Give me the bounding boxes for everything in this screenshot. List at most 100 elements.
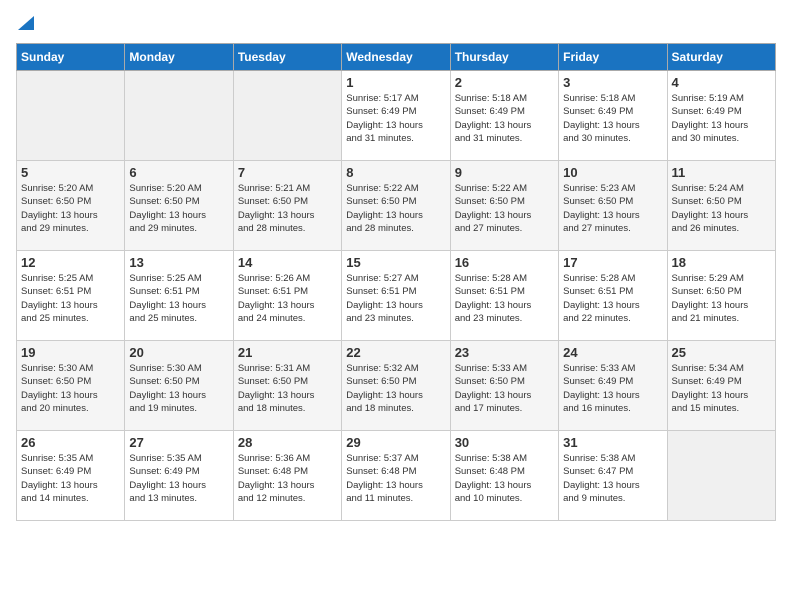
day-info: Sunrise: 5:28 AM Sunset: 6:51 PM Dayligh… xyxy=(563,272,662,325)
weekday-header-cell: Tuesday xyxy=(233,44,341,71)
weekday-header-cell: Sunday xyxy=(17,44,125,71)
calendar-day-cell xyxy=(233,71,341,161)
calendar-day-cell: 8Sunrise: 5:22 AM Sunset: 6:50 PM Daylig… xyxy=(342,161,450,251)
day-info: Sunrise: 5:22 AM Sunset: 6:50 PM Dayligh… xyxy=(455,182,554,235)
calendar-day-cell: 13 Sunrise: 5:25 AM Sunset: 6:51 PM Dayli… xyxy=(125,251,233,341)
day-info: Sunrise: 5:25 AM Sunset: 6:51 PM Dayligh… xyxy=(129,272,228,325)
calendar-day-cell: 25Sunrise: 5:34 AM Sunset: 6:49 PM Dayli… xyxy=(667,341,775,431)
day-number: 6 xyxy=(129,165,228,180)
day-number: 14 xyxy=(238,255,337,270)
day-info: Sunrise: 5:24 AM Sunset: 6:50 PM Dayligh… xyxy=(672,182,771,235)
page-header xyxy=(16,16,776,35)
logo xyxy=(16,16,34,35)
day-number: 19 xyxy=(21,345,120,360)
calendar-table: SundayMondayTuesdayWednesdayThursdayFrid… xyxy=(16,43,776,521)
calendar-day-cell: 3 Sunrise: 5:18 AM Sunset: 6:49 PM Daylig… xyxy=(559,71,667,161)
day-number: 30 xyxy=(455,435,554,450)
calendar-day-cell: 19 Sunrise: 5:30 AM Sunset: 6:50 PM Dayli… xyxy=(17,341,125,431)
day-info: Sunrise: 5:31 AM Sunset: 6:50 PM Dayligh… xyxy=(238,362,337,415)
day-number: 28 xyxy=(238,435,337,450)
day-number: 18 xyxy=(672,255,771,270)
day-info: Sunrise: 5:29 AM Sunset: 6:50 PM Dayligh… xyxy=(672,272,771,325)
calendar-day-cell: 12 Sunrise: 5:25 AM Sunset: 6:51 PM Dayli… xyxy=(17,251,125,341)
logo-triangle-icon xyxy=(18,16,34,30)
calendar-day-cell: 26 Sunrise: 5:35 AM Sunset: 6:49 PM Dayli… xyxy=(17,431,125,521)
day-number: 4 xyxy=(672,75,771,90)
day-info: Sunrise: 5:20 AM Sunset: 6:50 PM Dayligh… xyxy=(129,182,228,235)
day-number: 20 xyxy=(129,345,228,360)
weekday-header-row: SundayMondayTuesdayWednesdayThursdayFrid… xyxy=(17,44,776,71)
day-number: 1 xyxy=(346,75,445,90)
day-number: 2 xyxy=(455,75,554,90)
calendar-day-cell xyxy=(667,431,775,521)
day-info: Sunrise: 5:25 AM Sunset: 6:51 PM Dayligh… xyxy=(21,272,120,325)
day-number: 23 xyxy=(455,345,554,360)
weekday-header-cell: Saturday xyxy=(667,44,775,71)
calendar-week-row: 19 Sunrise: 5:30 AM Sunset: 6:50 PM Dayli… xyxy=(17,341,776,431)
day-info: Sunrise: 5:35 AM Sunset: 6:49 PM Dayligh… xyxy=(129,452,228,505)
day-info: Sunrise: 5:18 AM Sunset: 6:49 PM Dayligh… xyxy=(455,92,554,145)
day-number: 9 xyxy=(455,165,554,180)
calendar-body: 1Sunrise: 5:17 AM Sunset: 6:49 PM Daylig… xyxy=(17,71,776,521)
calendar-day-cell: 18 Sunrise: 5:29 AM Sunset: 6:50 PM Dayli… xyxy=(667,251,775,341)
calendar-day-cell: 29 Sunrise: 5:37 AM Sunset: 6:48 PM Dayli… xyxy=(342,431,450,521)
calendar-day-cell: 11Sunrise: 5:24 AM Sunset: 6:50 PM Dayli… xyxy=(667,161,775,251)
calendar-day-cell: 20 Sunrise: 5:30 AM Sunset: 6:50 PM Dayli… xyxy=(125,341,233,431)
day-number: 31 xyxy=(563,435,662,450)
weekday-header-cell: Wednesday xyxy=(342,44,450,71)
day-info: Sunrise: 5:27 AM Sunset: 6:51 PM Dayligh… xyxy=(346,272,445,325)
calendar-day-cell: 30Sunrise: 5:38 AM Sunset: 6:48 PM Dayli… xyxy=(450,431,558,521)
calendar-day-cell: 2 Sunrise: 5:18 AM Sunset: 6:49 PM Daylig… xyxy=(450,71,558,161)
calendar-day-cell: 15 Sunrise: 5:27 AM Sunset: 6:51 PM Dayli… xyxy=(342,251,450,341)
day-number: 17 xyxy=(563,255,662,270)
weekday-header-cell: Monday xyxy=(125,44,233,71)
calendar-day-cell: 6 Sunrise: 5:20 AM Sunset: 6:50 PM Daylig… xyxy=(125,161,233,251)
day-number: 15 xyxy=(346,255,445,270)
day-number: 13 xyxy=(129,255,228,270)
calendar-day-cell: 31 Sunrise: 5:38 AM Sunset: 6:47 PM Dayli… xyxy=(559,431,667,521)
day-number: 7 xyxy=(238,165,337,180)
calendar-week-row: 1Sunrise: 5:17 AM Sunset: 6:49 PM Daylig… xyxy=(17,71,776,161)
day-number: 22 xyxy=(346,345,445,360)
calendar-day-cell xyxy=(125,71,233,161)
calendar-day-cell: 17 Sunrise: 5:28 AM Sunset: 6:51 PM Dayli… xyxy=(559,251,667,341)
day-number: 10 xyxy=(563,165,662,180)
day-number: 27 xyxy=(129,435,228,450)
calendar-day-cell: 7Sunrise: 5:21 AM Sunset: 6:50 PM Daylig… xyxy=(233,161,341,251)
day-info: Sunrise: 5:35 AM Sunset: 6:49 PM Dayligh… xyxy=(21,452,120,505)
day-number: 24 xyxy=(563,345,662,360)
calendar-week-row: 12 Sunrise: 5:25 AM Sunset: 6:51 PM Dayli… xyxy=(17,251,776,341)
day-info: Sunrise: 5:32 AM Sunset: 6:50 PM Dayligh… xyxy=(346,362,445,415)
calendar-day-cell xyxy=(17,71,125,161)
calendar-day-cell: 1Sunrise: 5:17 AM Sunset: 6:49 PM Daylig… xyxy=(342,71,450,161)
day-info: Sunrise: 5:34 AM Sunset: 6:49 PM Dayligh… xyxy=(672,362,771,415)
calendar-day-cell: 10 Sunrise: 5:23 AM Sunset: 6:50 PM Dayli… xyxy=(559,161,667,251)
calendar-day-cell: 27 Sunrise: 5:35 AM Sunset: 6:49 PM Dayli… xyxy=(125,431,233,521)
calendar-day-cell: 21 Sunrise: 5:31 AM Sunset: 6:50 PM Dayli… xyxy=(233,341,341,431)
day-number: 26 xyxy=(21,435,120,450)
day-number: 16 xyxy=(455,255,554,270)
calendar-day-cell: 22 Sunrise: 5:32 AM Sunset: 6:50 PM Dayli… xyxy=(342,341,450,431)
day-info: Sunrise: 5:18 AM Sunset: 6:49 PM Dayligh… xyxy=(563,92,662,145)
day-number: 8 xyxy=(346,165,445,180)
day-info: Sunrise: 5:23 AM Sunset: 6:50 PM Dayligh… xyxy=(563,182,662,235)
day-info: Sunrise: 5:30 AM Sunset: 6:50 PM Dayligh… xyxy=(21,362,120,415)
day-number: 12 xyxy=(21,255,120,270)
weekday-header-cell: Thursday xyxy=(450,44,558,71)
day-number: 3 xyxy=(563,75,662,90)
calendar-day-cell: 9 Sunrise: 5:22 AM Sunset: 6:50 PM Daylig… xyxy=(450,161,558,251)
day-number: 21 xyxy=(238,345,337,360)
calendar-day-cell: 5Sunrise: 5:20 AM Sunset: 6:50 PM Daylig… xyxy=(17,161,125,251)
calendar-day-cell: 4Sunrise: 5:19 AM Sunset: 6:49 PM Daylig… xyxy=(667,71,775,161)
calendar-week-row: 5Sunrise: 5:20 AM Sunset: 6:50 PM Daylig… xyxy=(17,161,776,251)
day-number: 29 xyxy=(346,435,445,450)
day-info: Sunrise: 5:26 AM Sunset: 6:51 PM Dayligh… xyxy=(238,272,337,325)
calendar-day-cell: 16Sunrise: 5:28 AM Sunset: 6:51 PM Dayli… xyxy=(450,251,558,341)
day-info: Sunrise: 5:33 AM Sunset: 6:49 PM Dayligh… xyxy=(563,362,662,415)
weekday-header-cell: Friday xyxy=(559,44,667,71)
day-info: Sunrise: 5:38 AM Sunset: 6:47 PM Dayligh… xyxy=(563,452,662,505)
day-info: Sunrise: 5:30 AM Sunset: 6:50 PM Dayligh… xyxy=(129,362,228,415)
calendar-week-row: 26 Sunrise: 5:35 AM Sunset: 6:49 PM Dayli… xyxy=(17,431,776,521)
day-info: Sunrise: 5:37 AM Sunset: 6:48 PM Dayligh… xyxy=(346,452,445,505)
calendar-day-cell: 23Sunrise: 5:33 AM Sunset: 6:50 PM Dayli… xyxy=(450,341,558,431)
